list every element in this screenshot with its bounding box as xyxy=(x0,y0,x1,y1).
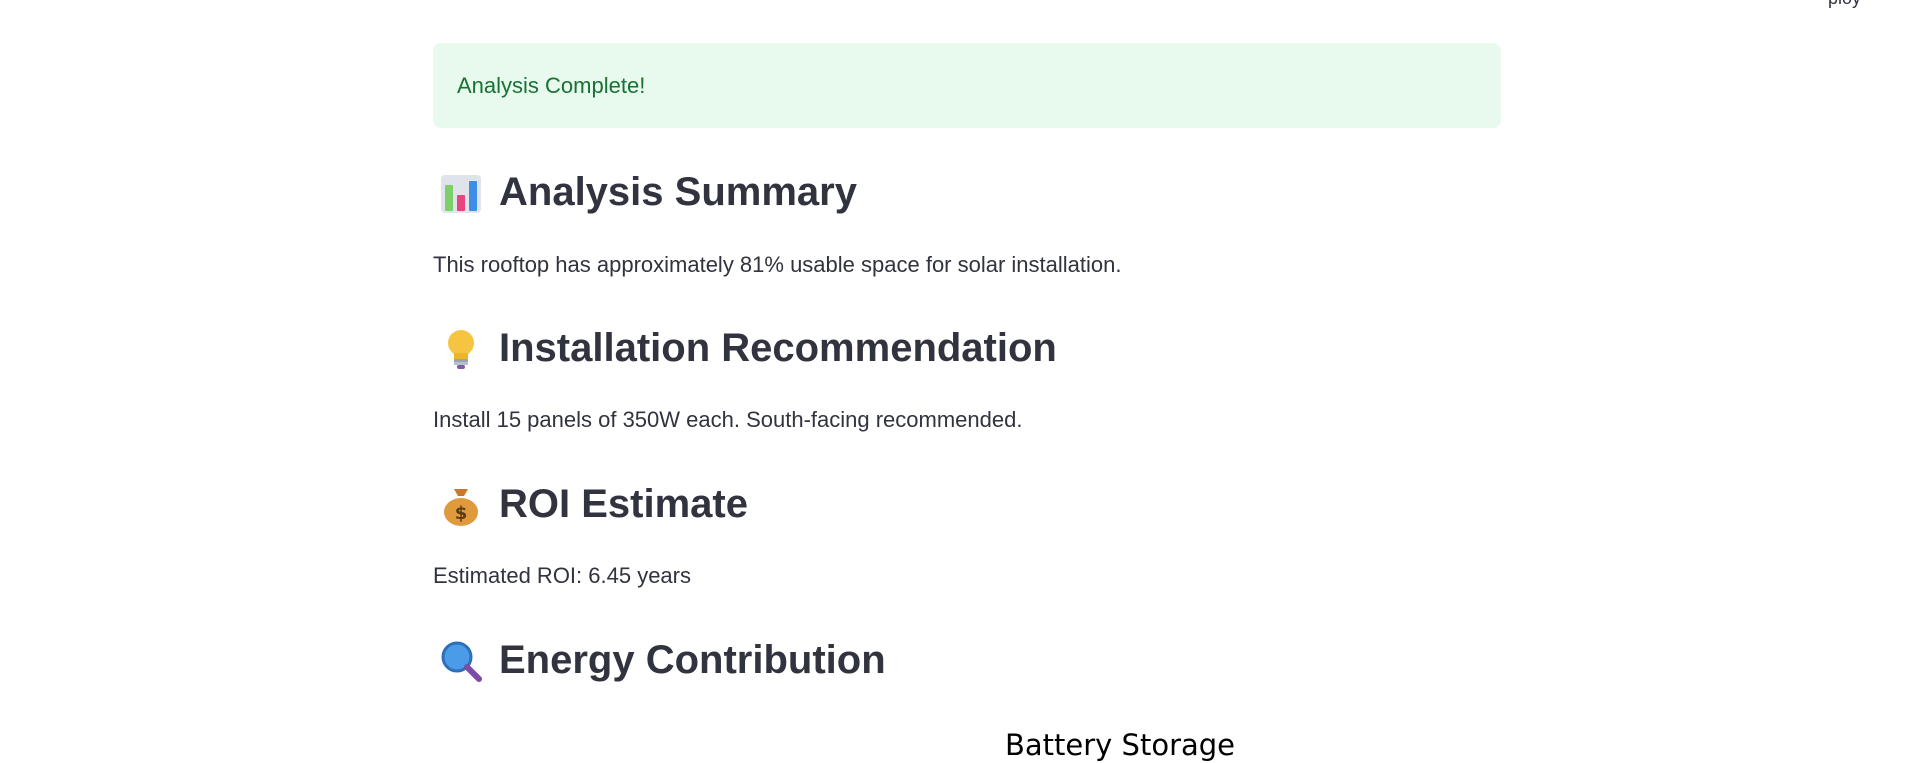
roi-estimate-text: Estimated ROI: 6.45 years xyxy=(433,563,691,588)
top-toolbar-partial: ploy xyxy=(1828,0,1889,9)
installation-recommendation-title: Installation Recommendation xyxy=(499,326,1057,370)
battery-storage-chart-title: Battery Storage xyxy=(1005,728,1236,762)
money-bag-icon: $ xyxy=(439,483,483,527)
magnifier-icon xyxy=(439,639,483,683)
analysis-summary-title: Analysis Summary xyxy=(499,170,857,214)
roi-estimate-title: ROI Estimate xyxy=(499,482,748,526)
bar-chart-icon xyxy=(439,171,483,215)
menu-icon[interactable] xyxy=(1873,0,1889,4)
analysis-summary-text: This rooftop has approximately 81% usabl… xyxy=(433,252,1122,277)
svg-text:$: $ xyxy=(455,503,468,524)
success-alert-text: Analysis Complete! xyxy=(457,72,646,98)
deploy-button[interactable]: ploy xyxy=(1828,0,1861,9)
light-bulb-icon xyxy=(439,327,483,371)
installation-recommendation-heading: Installation Recommendation xyxy=(433,326,1057,371)
success-alert: Analysis Complete! xyxy=(433,43,1501,128)
energy-contribution-title: Energy Contribution xyxy=(499,638,886,682)
energy-contribution-heading: Energy Contribution xyxy=(433,638,886,683)
roi-estimate-heading: $ ROI Estimate xyxy=(433,482,748,527)
installation-recommendation-text: Install 15 panels of 350W each. South-fa… xyxy=(433,407,1023,432)
analysis-summary-heading: Analysis Summary xyxy=(433,170,857,215)
